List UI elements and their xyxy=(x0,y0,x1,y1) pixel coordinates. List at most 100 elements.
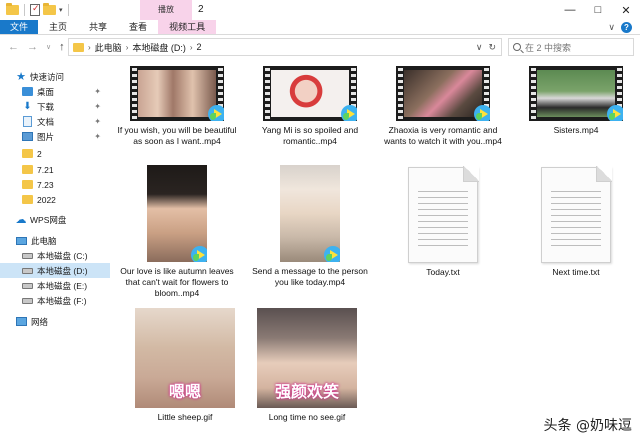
pin-icon[interactable]: ✦ xyxy=(94,87,101,96)
file-tile[interactable]: Yang Mi is so spoiled and romantic..mp4 xyxy=(245,66,375,147)
breadcrumb-folder-2[interactable]: 2 xyxy=(197,42,202,52)
sidebar-item-label: 本地磁盘 (C:) xyxy=(37,250,88,261)
breadcrumb-separator-icon[interactable]: › xyxy=(88,43,91,52)
tab-view[interactable]: 查看 xyxy=(118,20,158,34)
file-tile[interactable]: Today.txt xyxy=(378,166,508,278)
tab-file[interactable]: 文件 xyxy=(0,20,39,34)
sidebar-item-drive-f[interactable]: 本地磁盘 (F:) xyxy=(0,293,110,308)
close-button[interactable]: ✕ xyxy=(612,0,640,20)
file-tile[interactable]: If you wish, you will be beautiful as so… xyxy=(112,66,242,147)
file-name: If you wish, you will be beautiful as so… xyxy=(117,125,237,146)
sidebar-item-label: 本地磁盘 (D:) xyxy=(37,265,88,276)
folder-icon xyxy=(22,180,33,189)
sidebar-item-label: 文档 xyxy=(37,116,55,127)
pc-icon xyxy=(16,236,27,245)
pin-icon[interactable]: ✦ xyxy=(94,102,101,111)
new-folder-icon[interactable] xyxy=(43,3,56,15)
cloud-icon: ☁ xyxy=(15,214,27,226)
address-row: ← → ∨ ↑ › 此电脑 › 本地磁盘 (D:) › 2 ∨ ↻ 在 2 中搜… xyxy=(0,36,640,58)
page-fold xyxy=(463,166,479,182)
sidebar-item-folder-2022[interactable]: 2022 xyxy=(0,192,110,207)
expand-ribbon-icon[interactable]: ∨ xyxy=(608,22,615,33)
file-name: Our love is like autumn leaves that can'… xyxy=(120,266,234,298)
video-thumbnail xyxy=(130,66,224,121)
file-name: Today.txt xyxy=(426,267,460,277)
breadcrumb-this-pc[interactable]: 此电脑 xyxy=(95,41,122,54)
sidebar-item-wps-cloud[interactable]: ☁ WPS网盘 xyxy=(0,212,110,227)
sidebar-item-folder-2[interactable]: 2 xyxy=(0,146,110,161)
sidebar-item-this-pc[interactable]: 此电脑 xyxy=(0,233,110,248)
sidebar-item-label: 本地磁盘 (E:) xyxy=(37,280,88,291)
file-tile[interactable]: Zhaoxia is very romantic and wants to wa… xyxy=(378,66,508,147)
title-bar: ▾ 播放 2 — □ ✕ xyxy=(0,0,640,20)
breadcrumb-drive-d[interactable]: 本地磁盘 (D:) xyxy=(132,41,186,54)
navigation-pane: ★ 快速访问 桌面 ✦ ⬇ 下载 ✦ 文档 ✦ 图片 ✦ 2 7.21 7.23… xyxy=(0,62,110,443)
file-tile[interactable]: Send a message to the person you like to… xyxy=(245,165,375,288)
up-arrow-icon[interactable]: ↑ xyxy=(59,41,65,53)
sidebar-item-desktop[interactable]: 桌面 ✦ xyxy=(0,84,110,99)
file-tile[interactable]: Next time.txt xyxy=(511,166,640,278)
help-icon[interactable]: ? xyxy=(621,21,632,33)
sidebar-item-drive-e[interactable]: 本地磁盘 (E:) xyxy=(0,278,110,293)
minimize-button[interactable]: — xyxy=(556,0,584,20)
file-name: Long time no see.gif xyxy=(268,412,346,422)
search-box[interactable]: 在 2 中搜索 xyxy=(508,38,634,56)
document-lines xyxy=(551,191,601,251)
ribbon-tabs: 文件 主页 共享 查看 视频工具 ∨ ? xyxy=(0,20,640,35)
sidebar-item-label: 此电脑 xyxy=(31,235,57,246)
sidebar-item-network[interactable]: 网络 xyxy=(0,314,110,329)
sidebar-item-folder-7-23[interactable]: 7.23 xyxy=(0,177,110,192)
back-arrow-icon[interactable]: ← xyxy=(8,41,19,53)
customize-dropdown-icon[interactable]: ▾ xyxy=(59,6,63,14)
video-thumbnail xyxy=(280,165,340,262)
video-player-icon xyxy=(324,246,340,262)
file-name: Yang Mi is so spoiled and romantic..mp4 xyxy=(261,125,359,146)
file-tile[interactable]: 嗯嗯 Little sheep.gif xyxy=(120,308,250,423)
sidebar-item-downloads[interactable]: ⬇ 下载 ✦ xyxy=(0,99,110,114)
folder-icon[interactable] xyxy=(6,3,19,15)
video-frame xyxy=(404,70,482,117)
recent-dropdown-icon[interactable]: ∨ xyxy=(46,43,51,51)
document-lines xyxy=(418,191,468,251)
maximize-button[interactable]: □ xyxy=(584,0,612,20)
file-tile[interactable]: Sisters.mp4 xyxy=(511,66,640,136)
file-tile[interactable]: 强颜欢笑 Long time no see.gif xyxy=(242,308,372,423)
video-player-icon xyxy=(341,105,357,121)
sidebar-item-documents[interactable]: 文档 ✦ xyxy=(0,114,110,129)
network-icon xyxy=(16,317,27,326)
quick-access-toolbar: ▾ xyxy=(0,3,71,16)
toolbar-divider xyxy=(67,4,69,16)
sidebar-item-quick-access[interactable]: ★ 快速访问 xyxy=(0,69,110,84)
breadcrumb-separator-icon[interactable]: › xyxy=(126,43,129,52)
sidebar-item-drive-c[interactable]: 本地磁盘 (C:) xyxy=(0,248,110,263)
history-dropdown-icon[interactable]: ∨ xyxy=(476,42,483,53)
sidebar-item-folder-7-21[interactable]: 7.21 xyxy=(0,162,110,177)
breadcrumb-separator-icon[interactable]: › xyxy=(190,43,193,52)
pin-icon[interactable]: ✦ xyxy=(94,117,101,126)
film-strip-icon xyxy=(264,68,270,119)
address-bar[interactable]: › 此电脑 › 本地磁盘 (D:) › 2 ∨ ↻ xyxy=(68,38,502,56)
folder-icon xyxy=(22,165,33,174)
pin-icon[interactable]: ✦ xyxy=(94,132,101,141)
sidebar-item-pictures[interactable]: 图片 ✦ xyxy=(0,129,110,144)
tab-share[interactable]: 共享 xyxy=(78,20,118,34)
file-tile[interactable]: Our love is like autumn leaves that can'… xyxy=(112,165,242,299)
refresh-icon[interactable]: ↻ xyxy=(488,42,496,53)
text-file-icon xyxy=(408,166,479,263)
sidebar-item-drive-d[interactable]: 本地磁盘 (D:) xyxy=(0,263,110,278)
sidebar-item-label: 本地磁盘 (F:) xyxy=(37,295,87,306)
sidebar-item-label: WPS网盘 xyxy=(30,214,67,225)
play-context-group-label: 播放 xyxy=(140,0,192,20)
tab-video-tools[interactable]: 视频工具 xyxy=(158,20,217,34)
forward-arrow-icon[interactable]: → xyxy=(27,41,38,53)
tab-home[interactable]: 主页 xyxy=(38,20,78,34)
text-file-icon xyxy=(541,166,612,263)
search-placeholder[interactable]: 在 2 中搜索 xyxy=(525,41,571,54)
sidebar-item-label: 桌面 xyxy=(37,86,55,97)
gif-thumbnail: 嗯嗯 xyxy=(135,308,235,408)
video-player-icon xyxy=(208,105,224,121)
gif-caption: 强颜欢笑 xyxy=(274,382,339,401)
file-name: Send a message to the person you like to… xyxy=(252,266,368,287)
drive-icon xyxy=(22,252,33,259)
properties-icon[interactable] xyxy=(30,3,40,16)
